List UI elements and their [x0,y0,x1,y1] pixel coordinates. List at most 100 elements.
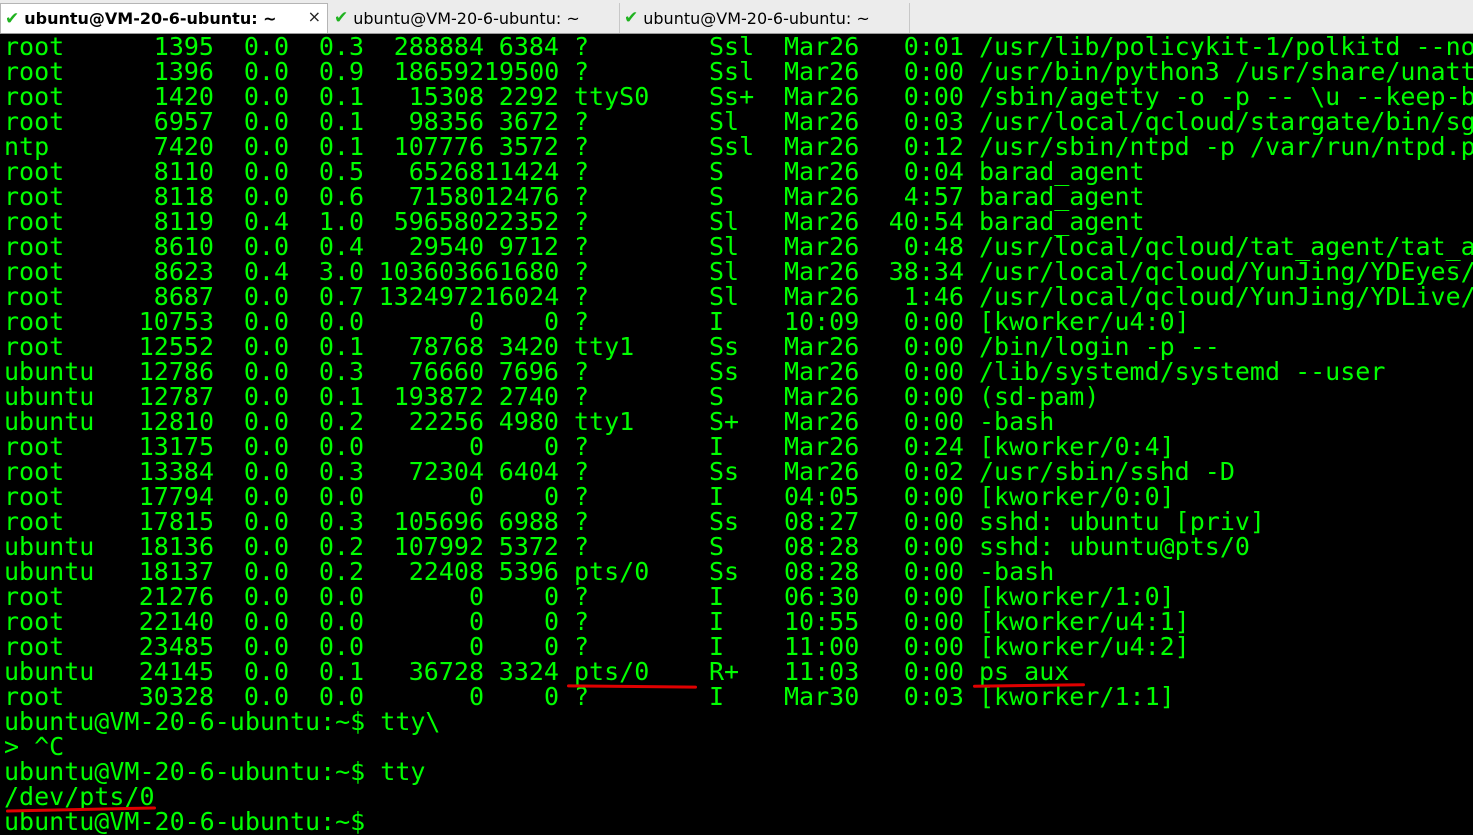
ps-cell-vsz: 0 [468,582,484,611]
ps-row: root 23485 0.0 0.0 0 0? I 11:00 0:00 [kworker/u4:… [4,634,1473,659]
ps-cell-mem: 0.3 [318,507,364,536]
ps-cell-stat: I [709,607,725,636]
ps-cell-cpu: 0.4 [243,207,289,236]
ps-cell-cpu: 0.0 [243,682,289,711]
tab-terminal-2[interactable]: ✔ ubuntu@VM-20-6-ubuntu: ~ [330,3,620,33]
tab-terminal-1[interactable]: ✔ ubuntu@VM-20-6-ubuntu: ~ × [0,3,328,33]
ps-cell-tty: ? [574,157,590,186]
ps-cell-time: 0:03 [903,682,964,711]
ps-row: root 8118 0.0 0.6 71580 12476? S Mar26 4:57 barad… [4,184,1473,209]
ps-cell-command: [kworker/u4:1] [979,607,1190,636]
ps-cell-pid: 30328 [138,682,214,711]
ps-cell-cpu: 0.0 [243,157,289,186]
ps-cell-vsz: 186592 [393,57,484,86]
ps-cell-mem: 0.3 [318,34,364,61]
ps-row: ubuntu 12786 0.0 0.3 76660 7696? Ss Mar26 0:00/l… [4,359,1473,384]
shell-prompt-line: ubuntu@VM-20-6-ubuntu:~$ tty\ [4,707,441,736]
ps-cell-command: -bash [979,407,1055,436]
ps-cell-pid: 21276 [138,582,214,611]
ps-cell-mem: 0.0 [318,432,364,461]
ps-cell-pid: 1396 [153,57,214,86]
ps-cell-mem: 3.0 [318,257,364,286]
ps-cell-time: 0:00 [903,532,964,561]
ps-cell-mem: 0.1 [318,132,364,161]
ps-cell-time: 0:00 [903,582,964,611]
ps-cell-mem: 1.0 [318,207,364,236]
ps-cell-rss: 16024 [484,282,560,311]
ps-cell-vsz: 0 [468,682,484,711]
ps-cell-time: 0:00 [903,507,964,536]
ps-cell-command: /usr/bin/python3 /usr/share/unatt [979,57,1473,86]
ps-row: root 17815 0.0 0.3 105696 6988? Ss 08:27 0:00 ssh… [4,509,1473,534]
ps-cell-mem: 0.2 [318,557,364,586]
ps-cell-cpu: 0.0 [243,382,289,411]
ps-cell-vsz: 0 [468,307,484,336]
ps-cell-cpu: 0.0 [243,432,289,461]
ps-cell-stat: Ss [709,507,740,536]
shell-prompt-line: ubuntu@VM-20-6-ubuntu:~$ [4,807,366,835]
tab-terminal-3[interactable]: ✔ ubuntu@VM-20-6-ubuntu: ~ [620,3,910,33]
ps-cell-tty: ? [574,582,590,611]
ps-cell-stat: I [709,482,725,511]
ps-cell-command: /usr/local/qcloud/tat_agent/tat_a [979,232,1473,261]
ps-cell-tty: ttyS0 [574,82,650,111]
ps-cell-pid: 7420 [153,132,214,161]
ps-cell-rss: 12476 [484,182,560,211]
ps-cell-stat: I [709,632,725,661]
tab-label: ubuntu@VM-20-6-ubuntu: ~ [643,8,870,28]
ps-row: ubuntu 18137 0.0 0.2 22408 5396 pts/0 Ss 08:28 0:… [4,559,1473,584]
ps-cell-cpu: 0.0 [243,457,289,486]
ps-cell-mem: 0.0 [318,632,364,661]
ps-cell-command: [kworker/1:0] [979,582,1175,611]
ps-cell-vsz: 72304 [408,457,484,486]
ps-cell-cpu: 0.0 [243,407,289,436]
ps-row: root 8119 0.4 1.0 596580 22352? Sl Mar26 40:54 ba… [4,209,1473,234]
ps-row: root 12552 0.0 0.1 78768 3420 tty1 Ss Mar26 0:00/… [4,334,1473,359]
ps-cell-pid: 13384 [138,457,214,486]
ps-cell-rss: 7696 [498,357,559,386]
ps-cell-time: 0:12 [903,132,964,161]
ps-cell-tty: ? [574,457,590,486]
ps-cell-command: /usr/sbin/sshd -D [979,457,1235,486]
ps-cell-pid: 8118 [153,182,214,211]
ps-cell-time: 0:00 [903,357,964,386]
ps-row: root 17794 0.0 0.0 0 0? I 04:05 0:00 [kworker/0:0… [4,484,1473,509]
ps-cell-cpu: 0.0 [243,107,289,136]
ps-cell-tty: pts/0 [574,657,650,686]
ps-cell-cpu: 0.0 [243,232,289,261]
close-icon[interactable]: × [308,7,321,26]
ps-row: root 8623 0.4 3.0 1036036 61680? Sl Mar26 38:34/… [4,259,1473,284]
tab-label: ubuntu@VM-20-6-ubuntu: ~ [24,9,277,28]
ps-cell-stat: Ss [709,332,740,361]
ps-cell-cpu: 0.0 [243,532,289,561]
ps-cell-stat: S [709,532,725,561]
ps-cell-stat: I [709,307,725,336]
ps-row: ubuntu 24145 0.0 0.1 36728 3324 pts/0 R+ 11:03 0:… [4,659,1473,684]
ps-cell-cpu: 0.0 [243,582,289,611]
ps-cell-cpu: 0.4 [243,257,289,286]
terminal-output[interactable]: root 1395 0.0 0.3 288884 6384? Ssl Mar26 0:01/us… [4,34,1473,835]
ps-cell-rss: 9712 [498,232,559,261]
shell-output-line: > ^C [4,732,65,761]
ps-cell-cpu: 0.0 [243,657,289,686]
ps-cell-stat: S [709,382,725,411]
ps-cell-mem: 0.6 [318,182,364,211]
check-icon: ✔ [624,8,639,28]
ps-cell-time: 0:02 [903,457,964,486]
ps-cell-pid: 17794 [138,482,214,511]
ps-cell-stat: Sl [709,257,740,286]
ps-row: ubuntu 18136 0.0 0.2 107992 5372? S 08:28 0:00 ss… [4,534,1473,559]
ps-cell-rss: 2740 [498,382,559,411]
ps-cell-pid: 12786 [138,357,214,386]
ps-cell-rss: 19500 [484,57,560,86]
ps-cell-tty: ? [574,282,590,311]
ps-cell-vsz: 76660 [408,357,484,386]
ps-cell-time: 0:00 [903,407,964,436]
ps-cell-command: ps aux [979,657,1070,686]
ps-cell-vsz: 71580 [408,182,484,211]
ps-cell-stat: Sl [709,232,740,261]
ps-cell-time: 0:00 [903,307,964,336]
ps-cell-vsz: 15308 [408,82,484,111]
ps-cell-tty: ? [574,607,590,636]
ps-cell-command: sshd: ubuntu@pts/0 [979,532,1250,561]
